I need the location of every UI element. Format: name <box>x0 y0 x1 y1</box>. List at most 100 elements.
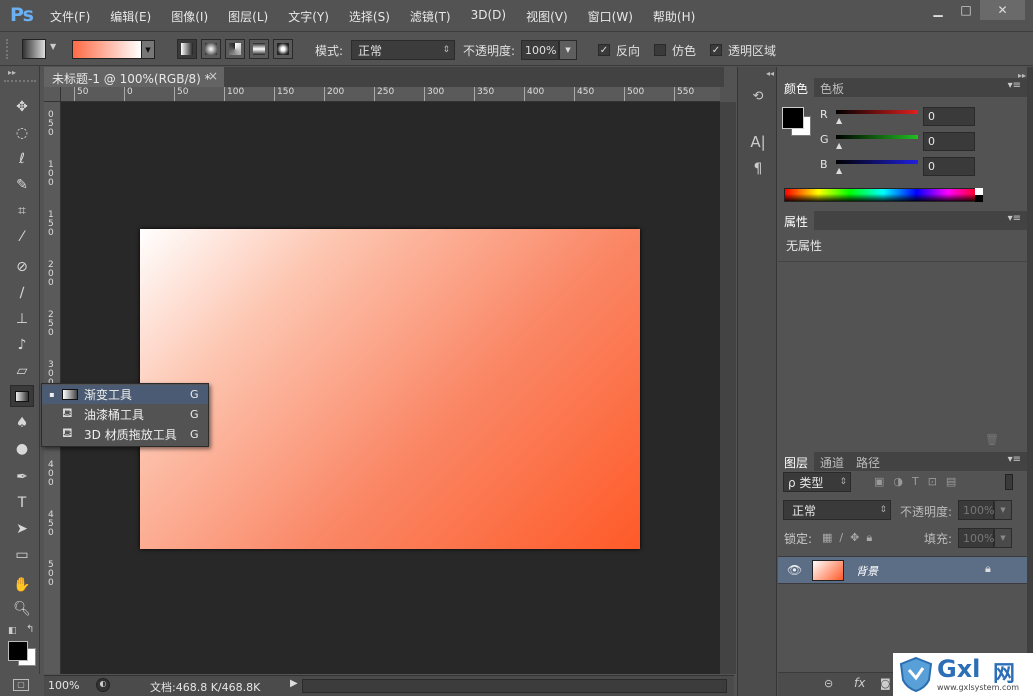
quick-select-tool-icon[interactable]: ✎ <box>10 174 34 196</box>
slider-thumb-icon[interactable]: ▲ <box>836 116 842 125</box>
flyout-3d-material-drop-tool[interactable]: ⛾ 3D 材质拖放工具 G <box>42 425 208 444</box>
flyout-gradient-tool[interactable]: ▪ 渐变工具 G <box>42 385 208 404</box>
maximize-button[interactable]: □ <box>951 0 981 20</box>
gradient-picker-arrow[interactable]: ▼ <box>141 40 155 59</box>
b-field[interactable]: 0 <box>923 157 975 176</box>
default-colors-icon[interactable]: ◧ <box>8 626 17 636</box>
slider-thumb-icon[interactable]: ▲ <box>836 141 842 150</box>
dither-checkbox[interactable] <box>654 44 666 56</box>
lock-icons[interactable]: ▦∕✥🔒︎ <box>822 531 879 545</box>
linear-gradient-button[interactable] <box>177 39 197 59</box>
r-field[interactable]: 0 <box>923 107 975 126</box>
export-icon[interactable]: ◐ <box>96 678 110 692</box>
menu-layer[interactable]: 图层(L) <box>228 8 268 25</box>
menu-edit[interactable]: 编辑(E) <box>110 8 151 25</box>
hand-tool-icon[interactable]: ✋ <box>10 574 34 596</box>
tab-color[interactable]: 颜色 <box>778 78 815 97</box>
trash-icon[interactable]: 🗑︎ <box>985 433 999 446</box>
grip-handle[interactable] <box>6 39 10 59</box>
menu-type[interactable]: 文字(Y) <box>288 8 329 25</box>
chevron-down-icon[interactable]: ▼ <box>50 42 56 51</box>
minimize-button[interactable]: ▁ <box>923 0 953 20</box>
menu-filter[interactable]: 滤镜(T) <box>410 8 451 25</box>
screen-mode-icon[interactable]: ▢ <box>13 679 29 691</box>
panel-menu-icon[interactable]: ▾≡ <box>1008 454 1021 465</box>
paragraph-icon[interactable]: ¶ <box>748 161 768 181</box>
opacity-slider-toggle[interactable]: ▼ <box>559 40 577 60</box>
clone-stamp-tool-icon[interactable]: ⊥ <box>10 308 34 330</box>
filter-icons[interactable]: ▣◑T⊡▤ <box>874 475 965 488</box>
opacity-slider-toggle[interactable]: ▼ <box>994 500 1012 520</box>
gradient-picker[interactable] <box>72 40 142 59</box>
tab-layers[interactable]: 图层 <box>778 452 815 471</box>
tool-preset-icon[interactable] <box>22 39 46 59</box>
filter-toggle[interactable] <box>1005 474 1013 490</box>
tab-paths[interactable]: 路径 <box>850 452 886 471</box>
menu-window[interactable]: 窗口(W) <box>588 8 633 25</box>
panel-menu-icon[interactable]: ▾≡ <box>1008 213 1021 224</box>
crop-tool-icon[interactable]: ⌗ <box>10 200 34 222</box>
brush-tool-icon[interactable]: ∕ <box>10 282 34 304</box>
visibility-eye-icon[interactable]: 👁︎ <box>787 563 802 577</box>
history-brush-tool-icon[interactable]: ♪ <box>10 334 34 356</box>
fg-color-swatch[interactable] <box>782 107 804 129</box>
move-tool-icon[interactable]: ✥ <box>10 96 34 118</box>
zoom-level[interactable]: 100% <box>48 679 79 692</box>
reflected-gradient-button[interactable] <box>249 39 269 59</box>
marquee-tool-icon[interactable]: ◌ <box>10 122 34 144</box>
collapse-icon[interactable]: ◂◂ <box>766 69 774 78</box>
tab-channels[interactable]: 通道 <box>814 452 850 471</box>
layer-name[interactable]: 背景 <box>856 563 878 579</box>
flyout-paint-bucket-tool[interactable]: ⛾ 油漆桶工具 G <box>42 405 208 424</box>
fill-field[interactable]: 100% <box>958 528 994 548</box>
tab-swatches[interactable]: 色板 <box>814 78 850 97</box>
menu-file[interactable]: 文件(F) <box>50 8 90 25</box>
shape-tool-icon[interactable]: ▭ <box>10 544 34 566</box>
transparency-checkbox[interactable]: ✓ <box>710 44 722 56</box>
link-layers-icon[interactable]: ⊝ <box>824 677 833 690</box>
document-tab[interactable]: 未标题-1 @ 100%(RGB/8) * × <box>44 67 224 87</box>
tab-properties[interactable]: 属性 <box>778 211 815 230</box>
color-spectrum-bar[interactable] <box>784 188 982 202</box>
layer-opacity-field[interactable]: 100% <box>958 500 994 520</box>
angle-gradient-button[interactable] <box>225 39 245 59</box>
character-icon[interactable]: A| <box>748 133 768 153</box>
menu-select[interactable]: 选择(S) <box>349 8 390 25</box>
swap-colors-icon[interactable]: ↰ <box>26 624 34 635</box>
eraser-tool-icon[interactable]: ▱ <box>10 360 34 382</box>
radial-gradient-button[interactable] <box>201 39 221 59</box>
document-canvas[interactable] <box>140 229 640 549</box>
healing-brush-tool-icon[interactable]: ⊘ <box>10 256 34 278</box>
menu-view[interactable]: 视图(V) <box>526 8 568 25</box>
fx-icon[interactable]: fx <box>854 676 865 690</box>
black-swatch[interactable] <box>975 195 983 202</box>
horizontal-scrollbar[interactable] <box>302 679 727 693</box>
fill-slider-toggle[interactable]: ▼ <box>994 528 1012 548</box>
menu-image[interactable]: 图像(I) <box>171 8 208 25</box>
g-slider[interactable] <box>836 135 918 139</box>
g-field[interactable]: 0 <box>923 132 975 151</box>
right-dock-scrollbar[interactable] <box>1027 67 1033 696</box>
r-slider[interactable] <box>836 110 918 114</box>
foreground-color-swatch[interactable] <box>8 641 28 661</box>
layer-filter-select[interactable]: ρ 类型 ⇕ <box>783 472 851 492</box>
layer-thumbnail[interactable] <box>812 560 844 581</box>
vertical-scrollbar[interactable] <box>720 102 736 674</box>
collapse-icon[interactable]: ▸▸ <box>1018 71 1026 80</box>
history-icon[interactable]: ⟲ <box>748 89 768 109</box>
close-button[interactable]: ✕ <box>980 0 1025 20</box>
blend-mode-select[interactable]: 正常 ⇕ <box>783 500 891 520</box>
lasso-tool-icon[interactable]: ℓ <box>10 148 34 170</box>
grip-handle[interactable] <box>4 80 36 86</box>
ruler-origin[interactable] <box>44 87 61 102</box>
zoom-tool-icon[interactable]: 🔍︎ <box>10 598 34 620</box>
type-tool-icon[interactable]: T <box>10 492 34 514</box>
pen-tool-icon[interactable]: ✒ <box>10 466 34 488</box>
b-slider[interactable] <box>836 160 918 164</box>
blur-tool-icon[interactable]: ♠ <box>10 412 34 434</box>
menu-help[interactable]: 帮助(H) <box>653 8 695 25</box>
layer-row[interactable]: 👁︎ 背景 🔒︎ <box>778 556 1027 584</box>
lock-icon[interactable]: 🔒︎ <box>985 562 991 576</box>
panel-menu-icon[interactable]: ▾≡ <box>1008 80 1021 91</box>
diamond-gradient-button[interactable] <box>273 39 293 59</box>
